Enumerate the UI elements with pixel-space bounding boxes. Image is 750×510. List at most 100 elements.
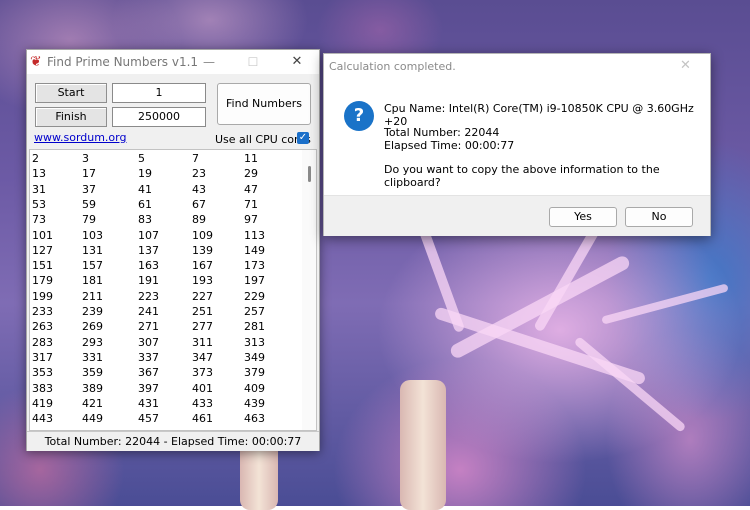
yes-button[interactable]: Yes <box>549 207 617 227</box>
prime-number: 29 <box>244 167 258 181</box>
prime-number: 419 <box>32 396 53 410</box>
elapsed-time-text: Elapsed Time: 00:00:77 <box>384 139 515 152</box>
website-link[interactable]: www.sordum.org <box>34 131 126 144</box>
prime-number: 389 <box>82 381 103 395</box>
prime-row: 233 239 241 251 257 <box>30 304 300 320</box>
prime-number: 463 <box>244 412 265 426</box>
prime-number: 449 <box>82 412 103 426</box>
prime-number: 409 <box>244 381 265 395</box>
question-icon: ? <box>344 101 374 131</box>
prime-row: 2 3 5 7 11 <box>30 151 300 167</box>
prime-number: 311 <box>192 335 213 349</box>
prime-number: 53 <box>32 197 46 211</box>
prime-row: 127 131 137 139 149 <box>30 243 300 259</box>
prime-number: 457 <box>138 412 159 426</box>
prime-number: 367 <box>138 366 159 380</box>
prime-number: 269 <box>82 320 103 334</box>
prime-number: 37 <box>82 182 96 196</box>
coral-branch <box>601 283 729 325</box>
prime-number: 317 <box>32 350 53 364</box>
prime-number: 31 <box>32 182 46 196</box>
prime-number: 257 <box>244 305 265 318</box>
no-button[interactable]: No <box>625 207 693 227</box>
prime-number: 383 <box>32 381 53 395</box>
prime-number: 193 <box>192 274 213 288</box>
prime-number: 349 <box>244 350 265 364</box>
prime-number: 17 <box>82 167 96 181</box>
prime-number: 439 <box>244 396 265 410</box>
prime-number: 199 <box>32 289 53 303</box>
scrollbar-thumb[interactable] <box>308 166 311 182</box>
window-title: Find Prime Numbers v1.1 <box>47 55 199 69</box>
prime-number: 113 <box>244 228 265 242</box>
prime-number: 433 <box>192 396 213 410</box>
prime-number: 59 <box>82 197 96 211</box>
prime-row: 353 359 367 373 379 <box>30 365 300 381</box>
dialog-close-button[interactable]: ✕ <box>680 58 691 73</box>
prime-number: 127 <box>32 243 53 257</box>
finish-label: Finish <box>35 107 107 127</box>
clipboard-question: Do you want to copy the above informatio… <box>384 163 660 189</box>
finish-input[interactable]: 250000 <box>112 107 206 127</box>
prime-number: 353 <box>32 366 53 380</box>
total-number-text: Total Number: 22044 <box>384 126 500 139</box>
prime-number: 277 <box>192 320 213 334</box>
title-bar[interactable]: ❦ Find Prime Numbers v1.1 — ☐ ✕ <box>27 50 319 74</box>
prime-number: 103 <box>82 228 103 242</box>
prime-number: 97 <box>244 213 258 227</box>
prime-number: 379 <box>244 366 265 380</box>
prime-number: 283 <box>32 335 53 349</box>
prime-number: 227 <box>192 289 213 303</box>
prime-row: 53 59 61 67 71 <box>30 197 300 213</box>
prime-number: 359 <box>82 366 103 380</box>
prime-number: 401 <box>192 381 213 395</box>
prime-row: 179 181 191 193 197 <box>30 273 300 289</box>
cpu-cores-checkbox[interactable]: ✓ <box>297 132 309 144</box>
prime-number: 139 <box>192 243 213 257</box>
prime-row: 13 17 19 23 29 <box>30 166 300 182</box>
find-numbers-button[interactable]: Find Numbers <box>217 83 311 125</box>
prime-number: 89 <box>192 213 206 227</box>
prime-number: 251 <box>192 305 213 318</box>
prime-number: 373 <box>192 366 213 380</box>
prime-number: 347 <box>192 350 213 364</box>
prime-number: 337 <box>138 350 159 364</box>
prime-number: 73 <box>32 213 46 227</box>
prime-number: 41 <box>138 182 152 196</box>
minimize-button[interactable]: — <box>187 50 231 74</box>
prime-number: 167 <box>192 259 213 273</box>
close-button[interactable]: ✕ <box>275 50 319 74</box>
prime-number: 43 <box>192 182 206 196</box>
prime-number: 293 <box>82 335 103 349</box>
prime-row: 317 331 337 347 349 <box>30 350 300 366</box>
prime-number: 223 <box>138 289 159 303</box>
prime-number: 67 <box>192 197 206 211</box>
prime-number: 313 <box>244 335 265 349</box>
prime-number: 191 <box>138 274 159 288</box>
maximize-button[interactable]: ☐ <box>231 50 275 74</box>
prime-number: 71 <box>244 197 258 211</box>
prime-number: 163 <box>138 259 159 273</box>
prime-number: 11 <box>244 152 258 165</box>
prime-number: 101 <box>32 228 53 242</box>
prime-number: 3 <box>82 152 89 165</box>
prime-number: 281 <box>244 320 265 334</box>
prime-number: 197 <box>244 274 265 288</box>
prime-number: 13 <box>32 167 46 181</box>
prime-number: 461 <box>192 412 213 426</box>
start-label: Start <box>35 83 107 103</box>
prime-number: 149 <box>244 243 265 257</box>
prime-list[interactable]: 2 3 5 7 11 13 17 19 23 29 31 37 41 43 47 53 59 61 67 71 73 79… <box>29 149 317 431</box>
prime-row: 199 211 223 227 229 <box>30 289 300 305</box>
prime-number: 83 <box>138 213 152 227</box>
start-input[interactable]: 1 <box>112 83 206 103</box>
prime-number: 241 <box>138 305 159 318</box>
list-scrollbar[interactable] <box>302 150 316 430</box>
prime-number: 7 <box>192 152 199 165</box>
prime-finder-window: ❦ Find Prime Numbers v1.1 — ☐ ✕ Start 1 … <box>26 49 320 451</box>
prime-number: 109 <box>192 228 213 242</box>
cpu-name-text: Cpu Name: Intel(R) Core(TM) i9-10850K CP… <box>384 102 694 128</box>
prime-number: 47 <box>244 182 258 196</box>
prime-number: 79 <box>82 213 96 227</box>
prime-number: 151 <box>32 259 53 273</box>
